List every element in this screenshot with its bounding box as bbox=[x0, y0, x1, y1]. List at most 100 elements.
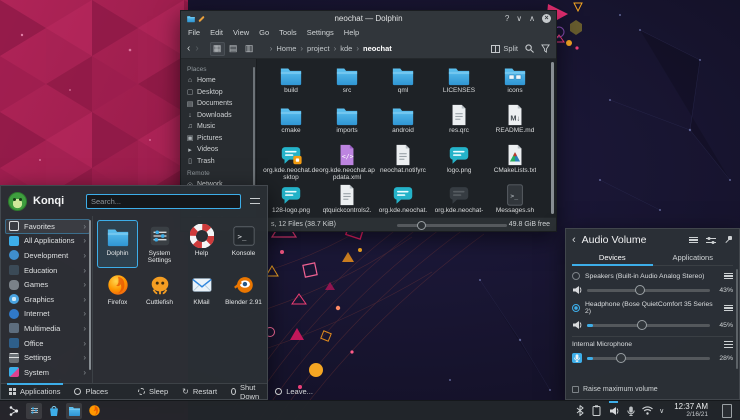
menu-edit[interactable]: Edit bbox=[210, 28, 223, 37]
place-desktop[interactable]: ▢ Desktop bbox=[186, 87, 256, 99]
app-dolphin[interactable]: Dolphin bbox=[97, 220, 138, 268]
microphone-volume-slider[interactable] bbox=[587, 352, 710, 363]
digital-clock[interactable]: 12:37 AM 2/16/21 bbox=[674, 402, 708, 419]
tab-devices[interactable]: Devices bbox=[572, 251, 653, 266]
network-icon[interactable] bbox=[642, 405, 653, 416]
file-item-res-qrc[interactable]: res.qrc bbox=[431, 103, 487, 143]
icons-view-button[interactable]: ▦ bbox=[209, 41, 225, 56]
raise-volume-checkbox[interactable] bbox=[572, 386, 579, 393]
search-icon[interactable] bbox=[525, 44, 534, 53]
microphone-menu-icon[interactable] bbox=[724, 341, 733, 348]
menu-go[interactable]: Go bbox=[259, 28, 269, 37]
file-item-src[interactable]: src bbox=[319, 63, 375, 103]
category-development[interactable]: Development › bbox=[5, 248, 90, 263]
microphone-slider-handle[interactable] bbox=[616, 352, 627, 363]
volume-icon[interactable] bbox=[608, 401, 619, 416]
taskbar-firefox[interactable] bbox=[86, 403, 102, 419]
forward-button[interactable]: › bbox=[195, 43, 198, 54]
help-button[interactable]: ? bbox=[505, 14, 509, 23]
file-item-licenses[interactable]: LICENSES bbox=[431, 63, 487, 103]
category-office[interactable]: Office › bbox=[5, 336, 90, 351]
file-item-desktop-file[interactable]: org.kde.neochat.desktop bbox=[263, 143, 319, 183]
close-button[interactable]: × bbox=[542, 14, 551, 23]
microphone-tray-icon[interactable] bbox=[625, 405, 636, 416]
place-documents[interactable]: ▤ Documents bbox=[186, 98, 256, 110]
back-icon[interactable]: ‹ bbox=[572, 234, 576, 246]
category-multimedia[interactable]: Multimedia › bbox=[5, 321, 90, 336]
dolphin-titlebar[interactable]: neochat — Dolphin ? ∨ ∧ × bbox=[181, 11, 556, 26]
breadcrumb-project[interactable]: project bbox=[307, 44, 330, 53]
file-item-cmakelists[interactable]: CMakeLists.txt bbox=[487, 143, 543, 183]
app-launcher-button[interactable] bbox=[6, 403, 22, 419]
menu-icon[interactable] bbox=[689, 236, 698, 244]
place-trash[interactable]: ▯ Trash bbox=[186, 156, 256, 168]
file-item-notifyrc[interactable]: neochat.notifyrc bbox=[375, 143, 431, 183]
microphone-icon[interactable] bbox=[572, 353, 582, 363]
app-firefox[interactable]: Firefox bbox=[97, 269, 138, 317]
search-input[interactable] bbox=[86, 193, 241, 209]
headphone-slider-handle[interactable] bbox=[637, 319, 648, 330]
zoom-slider[interactable] bbox=[397, 221, 507, 230]
speaker-icon[interactable] bbox=[572, 285, 582, 295]
menu-view[interactable]: View bbox=[233, 28, 249, 37]
category-all-applications[interactable]: All Applications › bbox=[5, 234, 90, 249]
headphone-default-radio[interactable] bbox=[572, 304, 580, 312]
back-button[interactable]: ‹ bbox=[187, 43, 190, 54]
menu-help[interactable]: Help bbox=[344, 28, 359, 37]
category-scrollbar[interactable] bbox=[89, 220, 91, 370]
file-item-build[interactable]: build bbox=[263, 63, 319, 103]
bluetooth-icon[interactable] bbox=[574, 405, 585, 416]
minimize-button[interactable]: ∨ bbox=[516, 14, 522, 23]
details-view-button[interactable]: ▥ bbox=[242, 42, 257, 56]
category-education[interactable]: Education › bbox=[5, 263, 90, 278]
app-konsole[interactable]: >_ Konsole bbox=[223, 220, 264, 268]
category-games[interactable]: Games › bbox=[5, 277, 90, 292]
breadcrumb-kde[interactable]: kde bbox=[340, 44, 352, 53]
place-videos[interactable]: ▸ Videos bbox=[186, 144, 256, 156]
shutdown-button[interactable]: Shut Down bbox=[231, 383, 261, 401]
zoom-slider-handle[interactable] bbox=[416, 221, 426, 230]
place-home[interactable]: ⌂ Home bbox=[186, 75, 256, 87]
app-kmail[interactable]: KMail bbox=[181, 269, 222, 317]
speakers-menu-icon[interactable] bbox=[724, 272, 733, 280]
pin-icon[interactable] bbox=[724, 235, 733, 245]
app-system-settings[interactable]: System Settings bbox=[139, 220, 180, 268]
place-downloads[interactable]: ↓ Downloads bbox=[186, 110, 256, 122]
taskbar-dolphin[interactable] bbox=[66, 402, 82, 419]
category-system[interactable]: System › bbox=[5, 365, 90, 380]
show-desktop-button[interactable] bbox=[722, 403, 732, 418]
place-music[interactable]: ♫ Music bbox=[186, 121, 256, 133]
breadcrumb-home[interactable]: Home bbox=[276, 44, 296, 53]
place-pictures[interactable]: ▣ Pictures bbox=[186, 133, 256, 145]
menu-file[interactable]: File bbox=[188, 28, 200, 37]
compact-view-button[interactable]: ▤ bbox=[226, 42, 241, 56]
file-item-appdata-xml[interactable]: org.kde.neochat.appdata.xml bbox=[319, 143, 375, 183]
leave-button[interactable]: Leave... bbox=[275, 387, 313, 396]
clipboard-icon[interactable] bbox=[591, 405, 602, 416]
tab-places[interactable]: Places bbox=[74, 387, 108, 396]
configure-icon[interactable] bbox=[250, 196, 260, 206]
tab-applications[interactable]: Applications bbox=[9, 387, 60, 396]
filter-icon[interactable] bbox=[541, 44, 550, 53]
app-blender[interactable]: Blender 2.91 bbox=[223, 269, 264, 317]
app-cuttlefish[interactable]: Cuttlefish bbox=[139, 269, 180, 317]
category-favorites[interactable]: Favorites › bbox=[5, 219, 90, 234]
sleep-button[interactable]: Sleep bbox=[137, 387, 168, 396]
menu-settings[interactable]: Settings bbox=[307, 28, 334, 37]
speakers-default-radio[interactable] bbox=[572, 272, 580, 280]
category-internet[interactable]: Internet › bbox=[5, 307, 90, 322]
tab-applications[interactable]: Applications bbox=[653, 251, 734, 265]
file-item-imports[interactable]: imports bbox=[319, 103, 375, 143]
speakers-volume-slider[interactable] bbox=[587, 284, 710, 295]
breadcrumb-neochat[interactable]: neochat bbox=[363, 44, 392, 53]
headphone-menu-icon[interactable] bbox=[724, 304, 733, 312]
file-item-qml[interactable]: qml bbox=[375, 63, 431, 103]
category-settings[interactable]: Settings › bbox=[5, 350, 90, 365]
headphone-volume-slider[interactable] bbox=[587, 319, 710, 330]
places-scrollbar[interactable] bbox=[253, 67, 255, 187]
speakers-slider-handle[interactable] bbox=[634, 284, 645, 295]
maximize-button[interactable]: ∧ bbox=[529, 14, 535, 23]
taskbar-system-settings[interactable] bbox=[26, 402, 42, 419]
taskbar-discover[interactable] bbox=[46, 403, 62, 419]
file-item-icons[interactable]: icons bbox=[487, 63, 543, 103]
